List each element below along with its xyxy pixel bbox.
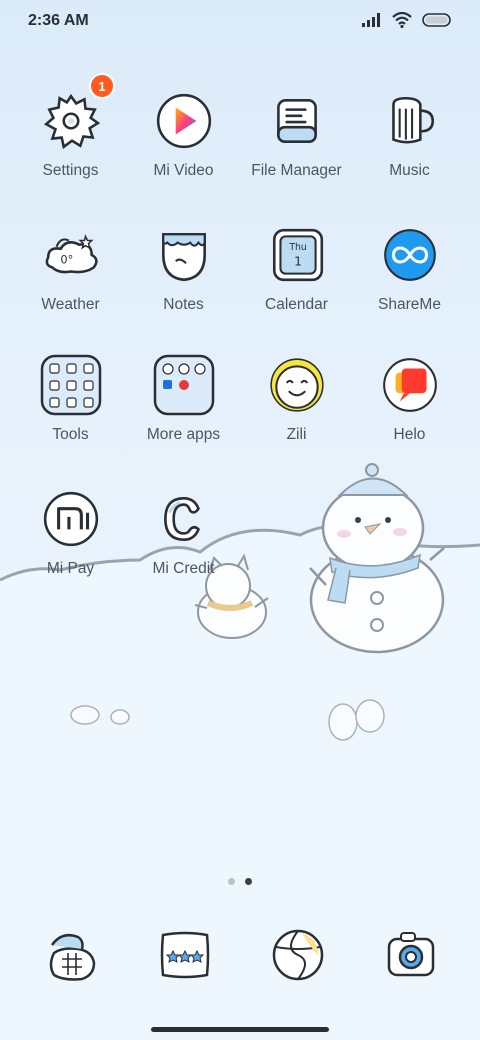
app-calendar[interactable]: Thu 1 Calendar <box>240 224 353 334</box>
zili-face-icon <box>269 358 324 412</box>
app-mi-pay[interactable]: Mi Pay <box>14 488 127 598</box>
mi-credit-icon <box>163 497 200 541</box>
app-zili[interactable]: Zili <box>240 354 353 464</box>
page-indicator <box>228 878 252 885</box>
app-label: Tools <box>52 426 89 443</box>
helo-chat-icon <box>382 358 437 412</box>
shareme-icon <box>383 229 436 281</box>
app-helo[interactable]: Helo <box>353 354 466 464</box>
app-label: Mi Credit <box>152 560 215 577</box>
app-tools-folder[interactable]: Tools <box>14 354 127 464</box>
gear-icon <box>43 93 100 150</box>
notification-badge: 1 <box>89 73 115 99</box>
messages-stars-icon[interactable] <box>155 925 215 985</box>
calendar-date: 1 <box>294 253 302 268</box>
music-mug-icon <box>391 96 434 144</box>
play-icon <box>156 93 211 149</box>
app-shareme[interactable]: ShareMe <box>353 224 466 334</box>
app-label: More apps <box>146 426 221 443</box>
weather-cloud-icon: 0° <box>45 234 98 274</box>
folder-icon <box>276 99 317 143</box>
camera-icon[interactable] <box>381 925 441 985</box>
calendar-day: Thu <box>288 242 307 253</box>
battery-icon <box>422 13 451 27</box>
app-settings[interactable]: 1 Settings <box>14 73 127 200</box>
page-dot-active[interactable] <box>245 878 252 885</box>
signal-icon <box>362 13 380 27</box>
app-more-apps-folder[interactable]: More apps <box>127 354 240 464</box>
clock: 2:36 AM <box>28 12 89 29</box>
app-notes[interactable]: Notes <box>127 224 240 334</box>
notes-icon <box>161 233 206 282</box>
tools-folder-icon <box>40 354 101 416</box>
app-label: Mi Pay <box>46 560 95 577</box>
home-indicator[interactable] <box>151 1027 329 1032</box>
status-bar: 2:36 AM <box>0 0 480 44</box>
mi-pay-icon <box>43 491 98 547</box>
app-mi-video[interactable]: Mi Video <box>127 90 240 200</box>
app-label: Mi Video <box>153 162 214 179</box>
app-label: ShareMe <box>378 296 441 313</box>
app-file-manager[interactable]: File Manager <box>240 90 353 200</box>
weather-temp: 0° <box>60 252 73 266</box>
app-music[interactable]: Music <box>353 90 466 200</box>
app-label: Notes <box>163 296 204 313</box>
browser-ball-icon[interactable] <box>268 925 328 985</box>
app-mi-credit[interactable]: Mi Credit <box>127 488 240 598</box>
app-label: File Manager <box>251 162 342 179</box>
calendar-icon: Thu 1 <box>272 228 323 282</box>
app-label: Weather <box>41 296 100 313</box>
app-label: Calendar <box>265 296 328 313</box>
app-label: Zili <box>286 426 307 443</box>
app-weather[interactable]: 0° Weather <box>14 224 127 334</box>
phone-basket-icon[interactable] <box>42 925 102 985</box>
app-label: Settings <box>42 162 99 179</box>
wifi-icon <box>392 12 412 28</box>
app-label: Helo <box>393 426 426 443</box>
app-label: Music <box>389 162 430 179</box>
status-icons <box>362 12 452 28</box>
more-apps-folder-icon <box>153 354 214 416</box>
page-dot[interactable] <box>228 878 235 885</box>
